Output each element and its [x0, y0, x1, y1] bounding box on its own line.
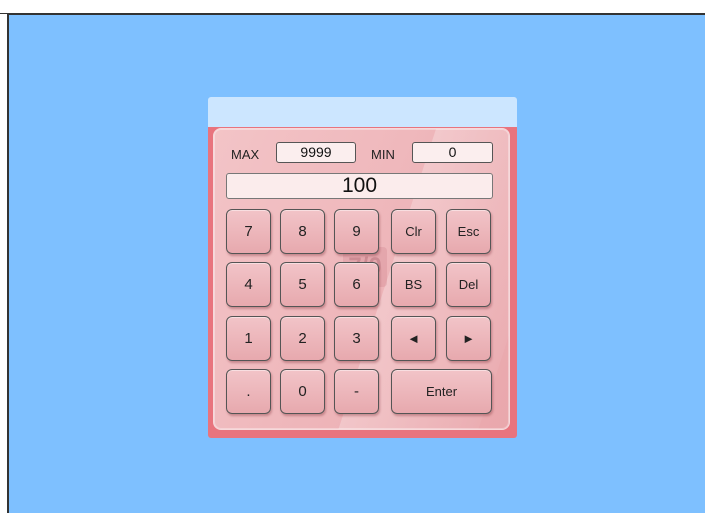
cursor-left-button[interactable]: ◄ [391, 316, 436, 361]
min-label: MIN [371, 147, 395, 162]
key-1[interactable]: 1 [226, 316, 271, 361]
enter-button[interactable]: Enter [391, 369, 492, 414]
keypad-title-bar[interactable] [208, 97, 517, 127]
key-2[interactable]: 2 [280, 316, 325, 361]
key-9[interactable]: 9 [334, 209, 379, 254]
min-value-field[interactable]: 0 [412, 142, 493, 163]
max-label: MAX [231, 147, 260, 162]
delete-button[interactable]: Del [446, 262, 491, 307]
escape-button[interactable]: Esc [446, 209, 491, 254]
backspace-button[interactable]: BS [391, 262, 436, 307]
key-3[interactable]: 3 [334, 316, 379, 361]
max-value-field[interactable]: 9999 [276, 142, 356, 163]
key-decimal[interactable]: . [226, 369, 271, 414]
key-0[interactable]: 0 [280, 369, 325, 414]
value-display[interactable]: 100 [226, 173, 493, 199]
key-minus[interactable]: - [334, 369, 379, 414]
key-4[interactable]: 4 [226, 262, 271, 307]
cursor-right-button[interactable]: ► [446, 316, 491, 361]
clear-button[interactable]: Clr [391, 209, 436, 254]
key-8[interactable]: 8 [280, 209, 325, 254]
key-5[interactable]: 5 [280, 262, 325, 307]
key-7[interactable]: 7 [226, 209, 271, 254]
key-6[interactable]: 6 [334, 262, 379, 307]
